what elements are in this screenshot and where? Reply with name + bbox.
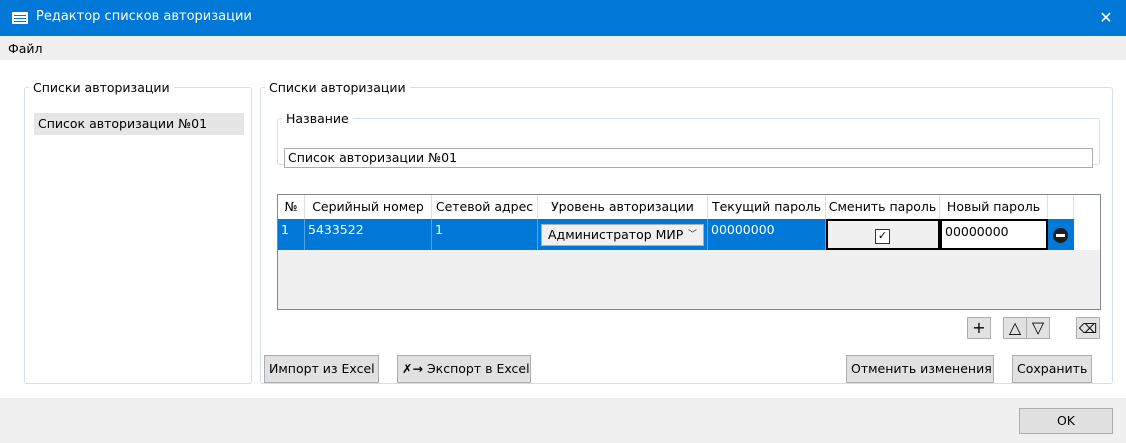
import-excel-button[interactable]: Импорт из Excel xyxy=(264,355,379,383)
column-header-current-password[interactable]: Текущий пароль xyxy=(708,195,826,219)
excel-export-icon: ✗→ xyxy=(402,361,423,376)
auth-level-select[interactable]: Администратор МИР ﹀ xyxy=(541,224,704,246)
column-header-address[interactable]: Сетевой адрес xyxy=(432,195,538,219)
grid-header: № Серийный номер Сетевой адрес Уровень а… xyxy=(278,195,1100,219)
auth-grid[interactable]: № Серийный номер Сетевой адрес Уровень а… xyxy=(277,194,1101,310)
column-header-level[interactable]: Уровень авторизации xyxy=(538,195,708,219)
menu-file[interactable]: Файл xyxy=(8,41,43,56)
auth-level-value: Администратор МИР xyxy=(548,227,684,242)
name-legend: Название xyxy=(286,111,349,126)
new-password-input[interactable]: 00000000 xyxy=(940,219,1048,250)
auth-list-item[interactable]: Список авторизации №01 xyxy=(34,113,244,135)
auth-list-details-panel: Списки авторизации Название Список автор… xyxy=(260,80,1113,384)
menu-bar: Файл xyxy=(0,36,1126,60)
cell-level: Администратор МИР ﹀ xyxy=(538,219,708,250)
main-content: Списки авторизации Список авторизации №0… xyxy=(0,60,1126,398)
clear-button[interactable]: ⌫ xyxy=(1076,317,1100,339)
cell-current-password[interactable]: 00000000 xyxy=(708,219,826,250)
cell-serial[interactable]: 5433522 xyxy=(305,219,432,250)
remove-circle-icon[interactable] xyxy=(1053,228,1068,243)
column-header-new-password[interactable]: Новый пароль xyxy=(940,195,1048,219)
change-password-checkbox[interactable]: ✓ xyxy=(875,229,890,244)
row-filler xyxy=(1074,219,1100,250)
move-up-button[interactable]: △ xyxy=(1003,317,1027,339)
save-button[interactable]: Сохранить xyxy=(1012,355,1092,383)
column-header-change-password[interactable]: Сменить пароль xyxy=(826,195,940,219)
eraser-icon: ⌫ xyxy=(1078,322,1098,337)
cell-change-password: ✓ xyxy=(826,219,940,250)
cell-number: 1 xyxy=(278,219,305,250)
title-bar: Редактор списков авторизации ✕ xyxy=(0,0,1126,36)
window-title: Редактор списков авторизации xyxy=(36,9,252,24)
ok-button[interactable]: OK xyxy=(1019,408,1113,434)
list-editor-icon xyxy=(12,12,28,24)
dialog-footer: OK xyxy=(0,398,1126,443)
export-excel-label: Экспорт в Excel xyxy=(426,361,530,376)
close-button[interactable]: ✕ xyxy=(1086,0,1126,36)
add-row-button[interactable]: + xyxy=(967,317,991,339)
column-header-serial[interactable]: Серийный номер xyxy=(305,195,432,219)
name-group: Название Список авторизации №01 xyxy=(277,111,1100,168)
chevron-down-icon: ﹀ xyxy=(687,230,697,240)
export-excel-button[interactable]: ✗→ Экспорт в Excel xyxy=(397,355,531,383)
auth-lists-legend: Списки авторизации xyxy=(33,80,170,95)
table-row[interactable]: 1 5433522 1 Администратор МИР ﹀ 00000000… xyxy=(278,219,1048,250)
cancel-changes-button[interactable]: Отменить изменения xyxy=(846,355,994,383)
auth-list-details-legend: Списки авторизации xyxy=(269,80,406,95)
move-down-button[interactable]: ▽ xyxy=(1026,317,1050,339)
remove-row-cell xyxy=(1048,219,1074,250)
column-header-actions xyxy=(1048,195,1074,219)
column-header-number[interactable]: № xyxy=(278,195,305,219)
cell-address[interactable]: 1 xyxy=(432,219,538,250)
name-input[interactable]: Список авторизации №01 xyxy=(284,148,1093,168)
auth-lists-panel: Списки авторизации Список авторизации №0… xyxy=(24,80,252,384)
